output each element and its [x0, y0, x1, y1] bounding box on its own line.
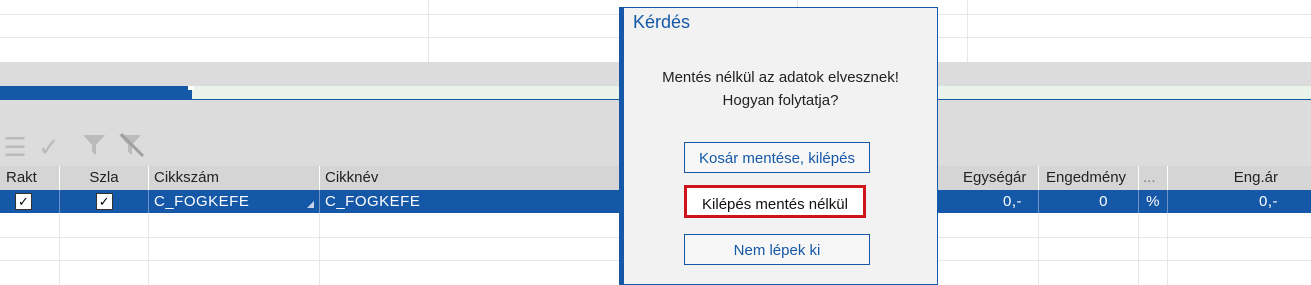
- check-icon[interactable]: ✓: [34, 132, 64, 162]
- column-header-eng-ar[interactable]: Eng.ár: [1167, 166, 1278, 190]
- egysegar-cell[interactable]: 0,-: [960, 190, 1022, 213]
- grid-line: [428, 0, 429, 62]
- column-header-label: Szla: [89, 169, 119, 186]
- dialog-message-line: Mentés nélkül az adatok elvesznek!: [662, 69, 899, 86]
- grid-line: [1167, 213, 1168, 285]
- grid-line: [967, 0, 968, 62]
- grid-line: [1138, 213, 1139, 285]
- engedmeny-cell[interactable]: 0: [1038, 190, 1108, 213]
- cikkszam-value: C_FOGKEFE: [154, 193, 250, 210]
- dialog-title: Kérdés: [633, 12, 691, 32]
- cikknev-cell[interactable]: C_FOGKEFE: [319, 190, 420, 213]
- column-header-szla[interactable]: Szla: [59, 166, 148, 190]
- exit-without-saving-button[interactable]: Kilépés mentés nélkül: [684, 185, 866, 218]
- cikkszam-cell[interactable]: C_FOGKEFE: [148, 190, 324, 213]
- resize-grip-icon: [307, 201, 314, 208]
- grid-line: [319, 213, 320, 285]
- column-header-unit[interactable]: ...: [1138, 166, 1156, 190]
- rakt-checkbox[interactable]: ✓: [15, 193, 32, 210]
- save-and-exit-button[interactable]: Kosár mentése, kilépés: [684, 142, 870, 173]
- column-header-cikknev[interactable]: Cikknév: [319, 166, 378, 190]
- grid-line: [148, 213, 149, 285]
- column-header-egysegar[interactable]: Egységár: [963, 166, 1026, 190]
- szla-cell: ✓: [59, 190, 148, 213]
- filter-icon[interactable]: [80, 132, 110, 162]
- confirm-dialog: Kérdés Mentés nélkül az adatok elvesznek…: [619, 7, 938, 285]
- grid-line: [1038, 213, 1039, 285]
- column-header-rakt[interactable]: Rakt: [6, 166, 37, 190]
- szla-checkbox[interactable]: ✓: [96, 193, 113, 210]
- grid-line: [59, 213, 60, 285]
- column-header-engedmeny[interactable]: Engedmény: [1038, 166, 1126, 190]
- column-header-cikkszam[interactable]: Cikkszám: [148, 166, 219, 190]
- stay-button[interactable]: Nem lépek ki: [684, 234, 870, 265]
- eng-ar-cell[interactable]: 0,-: [1167, 190, 1278, 213]
- dialog-message: Mentés nélkül az adatok elvesznek! Hogya…: [624, 66, 937, 112]
- unit-cell[interactable]: %: [1138, 190, 1167, 213]
- dialog-message-line: Hogyan folytatja?: [722, 92, 839, 109]
- filter-clear-icon[interactable]: [116, 132, 146, 162]
- tab-active[interactable]: [0, 86, 194, 100]
- list-icon[interactable]: ☰: [0, 132, 30, 162]
